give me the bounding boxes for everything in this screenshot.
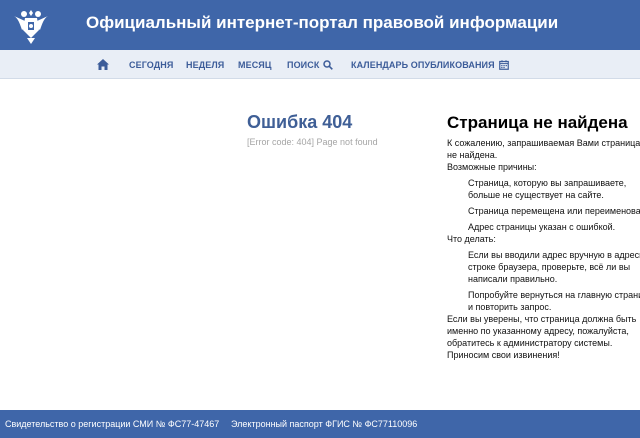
outro-text: Приносим свои извинения! <box>447 350 560 360</box>
footer-registration: Свидетельство о регистрации СМИ № ФС77-4… <box>5 419 220 429</box>
nav-week-label: НЕДЕЛЯ <box>186 59 225 70</box>
outro-text: именно по указанному адресу, пожалуйста, <box>447 326 629 336</box>
home-icon <box>97 59 109 70</box>
todo-item: Попробуйте вернуться на главную страницу <box>468 290 640 300</box>
nav-month[interactable]: МЕСЯЦ <box>238 50 272 79</box>
nav-week[interactable]: НЕДЕЛЯ <box>186 50 224 79</box>
reason-item: Страница перемещена или переименована. <box>468 206 640 216</box>
nav-calendar[interactable]: КАЛЕНДАРЬ ОПУБЛИКОВАНИЯ <box>351 50 509 79</box>
nav-search[interactable]: ПОИСК <box>287 50 334 79</box>
page-title: Страница не найдена <box>447 113 628 132</box>
todo-label: Что делать: <box>447 234 496 244</box>
site-header: Официальный интернет-портал правовой инф… <box>0 0 640 50</box>
footer-passport: Электронный паспорт ФГИС № ФС77110096 <box>231 419 418 429</box>
nav-home[interactable] <box>97 50 111 79</box>
reason-item: Адрес страницы указан с ошибкой. <box>468 222 616 232</box>
reason-item: больше не существует на сайте. <box>468 190 604 200</box>
nav-calendar-label: КАЛЕНДАРЬ ОПУБЛИКОВАНИЯ <box>351 59 495 70</box>
intro-text: К сожалению, запрашиваемая Вами страница <box>447 138 640 148</box>
reason-item: Страница, которую вы запрашиваете, <box>468 178 627 188</box>
error-title: Ошибка 404 <box>247 112 353 132</box>
not-found-content: Страница не найдена К сожалению, запраши… <box>447 113 640 361</box>
nav-month-label: МЕСЯЦ <box>238 59 272 70</box>
intro-text: не найдена. <box>447 150 498 160</box>
search-icon <box>323 59 334 70</box>
nav-search-label: ПОИСК <box>287 59 320 70</box>
coat-of-arms-icon[interactable] <box>12 4 50 46</box>
outro-text: Если вы уверены, что страница должна быт… <box>447 314 637 324</box>
calendar-icon <box>498 59 509 70</box>
todo-item: строке браузера, проверьте, всё ли вы <box>468 262 631 272</box>
nav-today-label: СЕГОДНЯ <box>129 59 174 70</box>
todo-item: и повторить запрос. <box>468 302 552 312</box>
error-code: [Error code: 404] Page not found <box>247 137 378 147</box>
site-footer: Свидетельство о регистрации СМИ № ФС77-4… <box>0 410 640 438</box>
main-navigation: СЕГОДНЯ НЕДЕЛЯ МЕСЯЦ ПОИСК КАЛЕНДАРЬ ОПУ… <box>0 50 640 79</box>
todo-item: написали правильно. <box>468 274 558 284</box>
outro-text: обратитесь к администратору системы. <box>447 338 613 348</box>
site-title[interactable]: Официальный интернет-портал правовой инф… <box>86 13 558 33</box>
reasons-label: Возможные причины: <box>447 162 537 172</box>
todo-item: Если вы вводили адрес вручную в адресной <box>468 250 640 260</box>
nav-today[interactable]: СЕГОДНЯ <box>129 50 173 79</box>
